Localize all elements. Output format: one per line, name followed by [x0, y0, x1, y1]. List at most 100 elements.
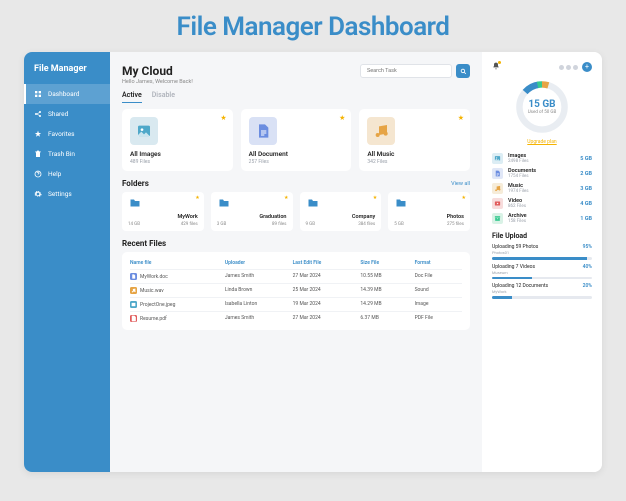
th-format[interactable]: Format — [415, 260, 462, 266]
table-row[interactable]: MyWork.doc James Smith 27 Mar 2024 10.55… — [130, 269, 462, 283]
category-row-image[interactable]: Images 2498 Files 5 GB — [492, 153, 592, 164]
upload-percent: 40% — [583, 264, 592, 270]
file-size: 10.55 MB — [360, 273, 414, 280]
category-card-music[interactable]: ★ All Music 342 Files — [359, 109, 470, 171]
add-button[interactable]: + — [582, 62, 592, 72]
sidebar-item-shared[interactable]: Shared — [24, 104, 110, 124]
folder-item[interactable]: ★ MyWork 14 GB 429 files — [122, 192, 204, 231]
help-icon — [34, 170, 42, 178]
recent-heading: Recent Files — [122, 239, 166, 248]
doc-icon — [130, 273, 137, 280]
sidebar-item-dashboard[interactable]: Dashboard — [24, 84, 110, 104]
file-format: Image — [415, 301, 462, 308]
table-row[interactable]: Resume.pdf James Smith 27 Mar 2024 6.37 … — [130, 311, 462, 325]
file-format: Sound — [415, 287, 462, 294]
music-icon — [130, 287, 137, 294]
sidebar-item-settings[interactable]: Settings — [24, 184, 110, 204]
upgrade-link[interactable]: Upgrade plan — [527, 139, 556, 145]
category-file-count: 2498 Files — [508, 159, 575, 164]
folder-icon — [394, 197, 464, 212]
folder-icon — [217, 197, 287, 212]
file-size: 6.37 MB — [360, 315, 414, 322]
folder-size: 5 GB — [394, 222, 404, 227]
sidebar-item-label: Favorites — [48, 130, 75, 138]
th-name[interactable]: Name file — [130, 260, 225, 266]
archive-icon — [492, 213, 503, 224]
folder-item[interactable]: ★ Graduation 3 GB 89 files — [211, 192, 293, 231]
sidebar-item-trash bin[interactable]: Trash Bin — [24, 144, 110, 164]
sidebar-item-label: Settings — [48, 190, 72, 198]
star-icon[interactable]: ★ — [373, 195, 377, 201]
doc-icon — [492, 168, 503, 179]
file-name: Music.wav — [140, 288, 164, 294]
file-date: 25 Mar 2024 — [293, 287, 361, 294]
storage-donut-chart: 15 GB Used of 50 GB — [513, 78, 571, 136]
file-size: 14.39 MB — [360, 287, 414, 294]
search-input[interactable] — [360, 64, 452, 78]
search-icon — [460, 68, 467, 75]
category-card-doc[interactable]: ★ All Document 257 Files — [241, 109, 352, 171]
sidebar-item-label: Trash Bin — [48, 150, 75, 158]
category-row-music[interactable]: Music 1974 Files 3 GB — [492, 183, 592, 194]
star-icon — [34, 130, 42, 138]
th-lastedit[interactable]: Last Edit File — [293, 260, 361, 266]
upload-target: Photos01 — [492, 250, 592, 255]
category-row-video[interactable]: Video 862 Files 4 GB — [492, 198, 592, 209]
card-name: All Images — [130, 150, 225, 158]
file-name: Resume.pdf — [140, 316, 167, 322]
category-file-count: 1754 Files — [508, 174, 575, 179]
progress-bar — [492, 296, 592, 299]
file-uploader: James Smith — [225, 273, 293, 280]
upload-heading: File Upload — [492, 232, 592, 240]
tab-active[interactable]: Active — [122, 91, 142, 103]
music-icon — [492, 183, 503, 194]
music-icon — [367, 117, 395, 145]
avatar-dot — [573, 65, 578, 70]
tabs: Active Disable — [122, 91, 470, 103]
category-size: 2 GB — [580, 171, 592, 177]
star-icon[interactable]: ★ — [462, 195, 466, 201]
gear-icon — [34, 190, 42, 198]
folder-item[interactable]: ★ Company 9 GB 384 files — [300, 192, 382, 231]
sidebar-item-favorites[interactable]: Favorites — [24, 124, 110, 144]
star-icon[interactable]: ★ — [220, 114, 226, 122]
card-file-count: 489 Files — [130, 159, 225, 165]
star-icon[interactable]: ★ — [195, 195, 199, 201]
category-file-count: 158 Files — [508, 219, 575, 224]
view-all-link[interactable]: View all — [451, 181, 470, 187]
trash-icon — [34, 150, 42, 158]
category-row-archive[interactable]: Archive 158 Files 1 GB — [492, 213, 592, 224]
star-icon[interactable]: ★ — [284, 195, 288, 201]
category-file-count: 1974 Files — [508, 189, 575, 194]
avatar-dot — [559, 65, 564, 70]
sidebar: File Manager Dashboard Shared Favorites … — [24, 52, 110, 472]
th-size[interactable]: Size File — [360, 260, 414, 266]
upload-item: Uploading 12 Documents20% MyWork — [492, 283, 592, 299]
table-row[interactable]: Music.wav Linda Brown 25 Mar 2024 14.39 … — [130, 283, 462, 297]
folder-file-count: 89 files — [272, 222, 286, 227]
tab-disable[interactable]: Disable — [152, 91, 175, 103]
folders-heading: Folders — [122, 179, 149, 188]
search-button[interactable] — [456, 64, 470, 78]
pdf-icon — [130, 315, 137, 322]
notification-bell-icon[interactable] — [492, 62, 500, 72]
star-icon[interactable]: ★ — [339, 114, 345, 122]
grid-icon — [34, 90, 42, 98]
progress-bar — [492, 257, 592, 260]
file-size: 14.29 MB — [360, 301, 414, 308]
folder-item[interactable]: ★ Photos 5 GB 275 files — [388, 192, 470, 231]
th-uploader[interactable]: Uploader — [225, 260, 293, 266]
storage-used-value: 15 GB — [528, 99, 555, 110]
upload-percent: 20% — [583, 283, 592, 289]
folder-name: Company — [306, 214, 376, 220]
folder-size: 3 GB — [217, 222, 227, 227]
sidebar-item-help[interactable]: Help — [24, 164, 110, 184]
folder-name: Graduation — [217, 214, 287, 220]
star-icon[interactable]: ★ — [458, 114, 464, 122]
table-row[interactable]: ProjectOne.jpeg Isabella Linton 19 Mar 2… — [130, 297, 462, 311]
category-row-doc[interactable]: Documents 1754 Files 2 GB — [492, 168, 592, 179]
video-icon — [492, 198, 503, 209]
category-card-image[interactable]: ★ All Images 489 Files — [122, 109, 233, 171]
sidebar-item-label: Shared — [48, 110, 68, 118]
right-panel: + 15 GB Used of 50 GB — [482, 52, 602, 472]
